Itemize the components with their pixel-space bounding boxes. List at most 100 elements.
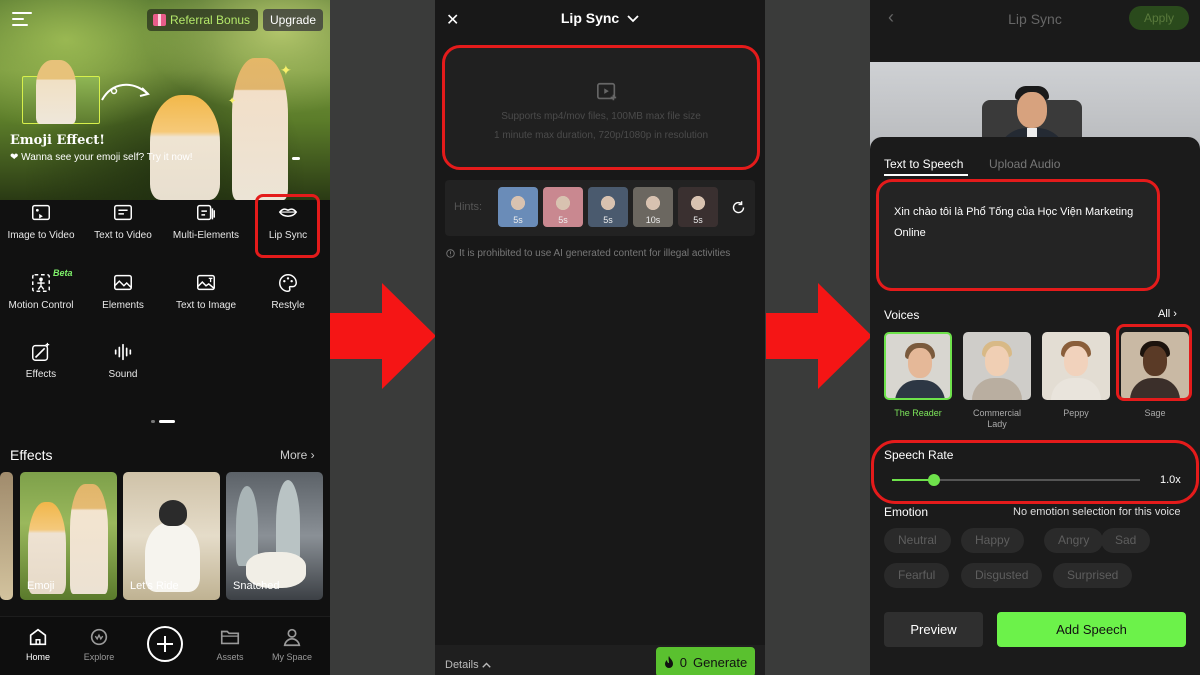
nav-explore[interactable]: Explore: [69, 626, 129, 662]
tab-text-to-speech[interactable]: Text to Speech: [884, 157, 963, 171]
tool-elements[interactable]: Elements: [82, 272, 164, 311]
speech-rate-value: 1.0x: [1160, 474, 1181, 486]
sparkle-icon: ✦: [228, 96, 237, 107]
voice-peppy[interactable]: Peppy: [1042, 332, 1110, 419]
hint-thumbnail[interactable]: 10s: [633, 187, 673, 227]
upload-requirements-line-2: 1 minute max duration, 720p/1080p in res…: [493, 130, 709, 141]
woman-small-image: [36, 60, 76, 124]
bottom-action-bar: Details 0 Generate: [435, 645, 765, 675]
user-icon: [283, 628, 301, 647]
flame-icon: [664, 655, 673, 668]
chevron-up-icon: [481, 662, 491, 668]
elements-icon: [114, 274, 132, 291]
sparkle-icon: ✦: [280, 62, 292, 78]
hint-thumbnail[interactable]: 5s: [678, 187, 718, 227]
voices-all-link[interactable]: All ›: [1158, 308, 1177, 320]
app-home-screen: ✦ ✦ Emoji Effect! ❤ Wanna see your emoji…: [0, 0, 330, 675]
sage-highlight: [1116, 324, 1192, 401]
hint-thumbnail[interactable]: 5s: [543, 187, 583, 227]
emotion-chip-angry[interactable]: Angry: [1044, 528, 1104, 553]
tool-multi-elements[interactable]: Multi-Elements: [165, 202, 247, 241]
text-image-icon: [197, 274, 215, 291]
voice-the-reader[interactable]: The Reader: [884, 332, 952, 419]
hints-bar: Hints: 5s 5s 5s 10s 5s: [445, 180, 755, 236]
apply-button[interactable]: Apply: [1129, 6, 1189, 30]
explore-icon: [90, 628, 108, 646]
referral-bonus-button[interactable]: Referral Bonus: [147, 9, 259, 31]
speech-rate-slider[interactable]: [892, 474, 1140, 486]
credit-count: 0: [679, 654, 688, 670]
voice-commercial-lady[interactable]: Commercial Lady: [963, 332, 1031, 430]
motion-control-icon: [32, 274, 50, 292]
tool-image-to-video[interactable]: Image to Video: [0, 202, 82, 241]
lip-sync-highlight: [255, 194, 320, 258]
effect-card-emoji[interactable]: Emoji: [20, 472, 117, 600]
nav-my-space[interactable]: My Space: [262, 626, 322, 662]
right-arrow-icon: [330, 283, 436, 389]
effects-section-title: Effects: [10, 447, 53, 463]
chevron-down-icon: [627, 15, 639, 23]
page-title[interactable]: Lip Sync: [435, 10, 765, 26]
speech-text-input[interactable]: Xin chào tôi là Phổ Tống của Học Viện Ma…: [876, 179, 1160, 291]
carousel-indicator: [292, 157, 300, 160]
upgrade-button[interactable]: Upgrade: [263, 9, 324, 31]
right-arrow-icon: [766, 283, 872, 389]
folder-icon: [220, 630, 240, 645]
effect-card-partial[interactable]: [0, 472, 13, 600]
woman-image: [232, 58, 288, 200]
beta-badge: Beta: [53, 268, 73, 278]
home-icon: [29, 628, 47, 646]
voices-label: Voices: [884, 308, 920, 322]
usage-warning: It is prohibited to use AI generated con…: [446, 248, 730, 259]
refresh-icon[interactable]: [731, 200, 746, 215]
tool-effects[interactable]: Effects: [0, 341, 82, 380]
tool-text-to-video[interactable]: Text to Video: [82, 202, 164, 241]
palette-icon: [279, 274, 297, 292]
menu-icon[interactable]: [12, 12, 32, 28]
voice-avatar: [884, 332, 952, 400]
voice-avatar: [963, 332, 1031, 400]
text-to-speech-screen: ‹ Lip Sync Apply Text to Speech Upload A…: [870, 0, 1200, 675]
emoji-avatar-image: [150, 95, 220, 200]
image-video-icon: [32, 204, 50, 221]
emotion-chip-fearful[interactable]: Fearful: [884, 563, 950, 588]
emotion-chip-neutral[interactable]: Neutral: [884, 528, 951, 553]
emotion-chip-sad[interactable]: Sad: [1101, 528, 1151, 553]
tools-page-indicator: [151, 413, 179, 431]
voice-avatar: [1042, 332, 1110, 400]
upload-requirements-line-1: Supports mp4/mov files, 100MB max file s…: [501, 111, 701, 122]
info-icon: [446, 249, 455, 258]
tool-restyle[interactable]: Restyle: [247, 272, 329, 311]
emotion-chip-disgusted[interactable]: Disgusted: [961, 563, 1043, 588]
tool-sound[interactable]: Sound: [82, 341, 164, 380]
hint-thumbnail[interactable]: 5s: [588, 187, 628, 227]
hints-label: Hints:: [454, 201, 483, 213]
nav-assets[interactable]: Assets: [200, 626, 260, 662]
curved-arrow-icon: [101, 84, 150, 101]
emotion-chip-surprised[interactable]: Surprised: [1053, 563, 1133, 588]
add-video-icon: [597, 82, 617, 101]
speech-rate-label: Speech Rate: [884, 448, 954, 462]
nav-home[interactable]: Home: [8, 626, 68, 662]
create-button[interactable]: [147, 626, 183, 662]
active-tab-indicator: [884, 174, 968, 176]
effect-card-snatched[interactable]: Snatched: [226, 472, 323, 600]
speech-text: Xin chào tôi là Phổ Tống của Học Viện Ma…: [894, 206, 1134, 239]
lip-sync-upload-screen: ✕ Lip Sync Supports mp4/mov files, 100MB…: [435, 0, 765, 675]
hint-thumbnail[interactable]: 5s: [498, 187, 538, 227]
gift-icon: [153, 14, 166, 26]
details-toggle[interactable]: Details: [445, 659, 491, 671]
hero-subtitle: ❤ Wanna see your emoji self? Try it now!: [10, 152, 193, 163]
preview-button[interactable]: Preview: [884, 612, 983, 647]
multi-elements-icon: [197, 204, 215, 221]
effect-card-lets-ride[interactable]: Let's Ride: [123, 472, 220, 600]
hero-title: Emoji Effect!: [10, 133, 105, 148]
emotion-chip-happy[interactable]: Happy: [961, 528, 1024, 553]
text-video-icon: [114, 204, 132, 221]
tool-text-to-image[interactable]: Text to Image: [165, 272, 247, 311]
generate-button[interactable]: 0 Generate: [656, 647, 755, 675]
video-upload-area[interactable]: Supports mp4/mov files, 100MB max file s…: [442, 45, 760, 170]
add-speech-button[interactable]: Add Speech: [997, 612, 1186, 647]
effects-more-link[interactable]: More ›: [280, 448, 315, 462]
tab-upload-audio[interactable]: Upload Audio: [989, 157, 1060, 171]
